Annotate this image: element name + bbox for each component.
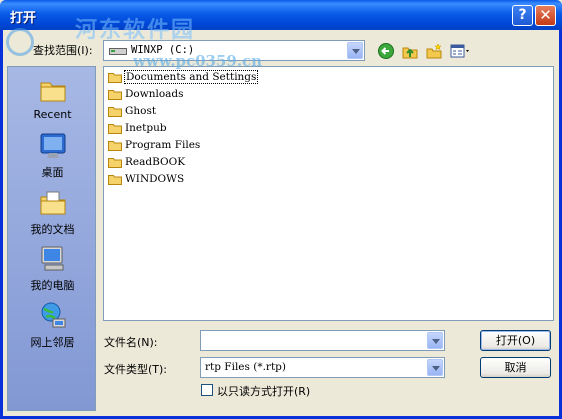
filetype-label: 文件类型(T):	[104, 363, 168, 376]
file-name: ReadBOOK	[125, 156, 186, 168]
lookin-combo[interactable]: WINXP (C:)	[103, 40, 365, 61]
folder-icon	[108, 107, 122, 117]
folder-icon	[108, 141, 122, 151]
drive-icon	[109, 48, 127, 55]
places-bar: Recent 桌面 我的文档 我的电脑 网上邻居	[7, 66, 96, 411]
lookin-value: WINXP (C:)	[131, 44, 195, 56]
file-name: Inetpub	[125, 122, 167, 134]
new-folder-icon[interactable]	[426, 43, 442, 59]
file-name: Ghost	[125, 105, 157, 117]
folder-icon	[108, 90, 122, 100]
window-title: 打开	[10, 10, 37, 25]
title-bar[interactable]: 打开 河东软件园 ? ✕	[0, 0, 562, 43]
place-label: 网上邻居	[30, 336, 75, 349]
desktop-icon	[40, 133, 66, 158]
place-label: 我的文档	[30, 223, 75, 236]
place-label: 我的电脑	[30, 279, 75, 292]
file-name: Program Files	[125, 139, 201, 151]
open-dialog: 打开 河东软件园 ? ✕ www.pc0359.cn 查找范围(I): WINX…	[0, 0, 562, 419]
file-name: WINDOWS	[125, 173, 185, 185]
folder-icon	[108, 124, 122, 134]
readonly-checkbox[interactable]	[201, 384, 213, 396]
place-label: Recent	[33, 108, 72, 121]
my-computer-icon	[41, 246, 64, 271]
file-name: Documents and Settings	[123, 70, 259, 84]
network-places-icon	[41, 302, 66, 328]
close-button[interactable]: ✕	[535, 5, 556, 26]
my-documents-icon	[40, 191, 66, 215]
filename-input[interactable]	[200, 330, 445, 351]
folder-icon	[108, 73, 122, 83]
help-button[interactable]: ?	[512, 5, 533, 26]
file-name: Downloads	[125, 88, 184, 100]
place-label: 桌面	[41, 166, 64, 179]
back-icon[interactable]	[378, 43, 394, 59]
file-list[interactable]: Documents and Settings Downloads Ghost I…	[103, 66, 554, 321]
chevron-down-icon[interactable]	[347, 42, 363, 59]
open-button[interactable]: 打开(O)	[480, 330, 551, 351]
filetype-select[interactable]: rtp Files (*.rtp)	[200, 357, 445, 378]
filename-label: 文件名(N):	[104, 336, 158, 349]
recent-folder-icon	[40, 82, 66, 102]
readonly-label[interactable]: 以只读方式打开(R)	[217, 383, 310, 399]
up-folder-icon[interactable]	[402, 43, 418, 59]
chevron-down-icon[interactable]	[427, 359, 443, 376]
chevron-down-icon[interactable]	[427, 332, 443, 349]
folder-icon	[108, 175, 122, 185]
folder-icon	[108, 158, 122, 168]
lookin-label: 查找范围(I):	[33, 44, 93, 57]
filetype-value: rtp Files (*.rtp)	[205, 361, 286, 373]
cancel-button[interactable]: 取消	[480, 357, 551, 378]
view-menu-icon[interactable]	[450, 43, 472, 59]
watermark-logo-icon	[6, 28, 34, 56]
